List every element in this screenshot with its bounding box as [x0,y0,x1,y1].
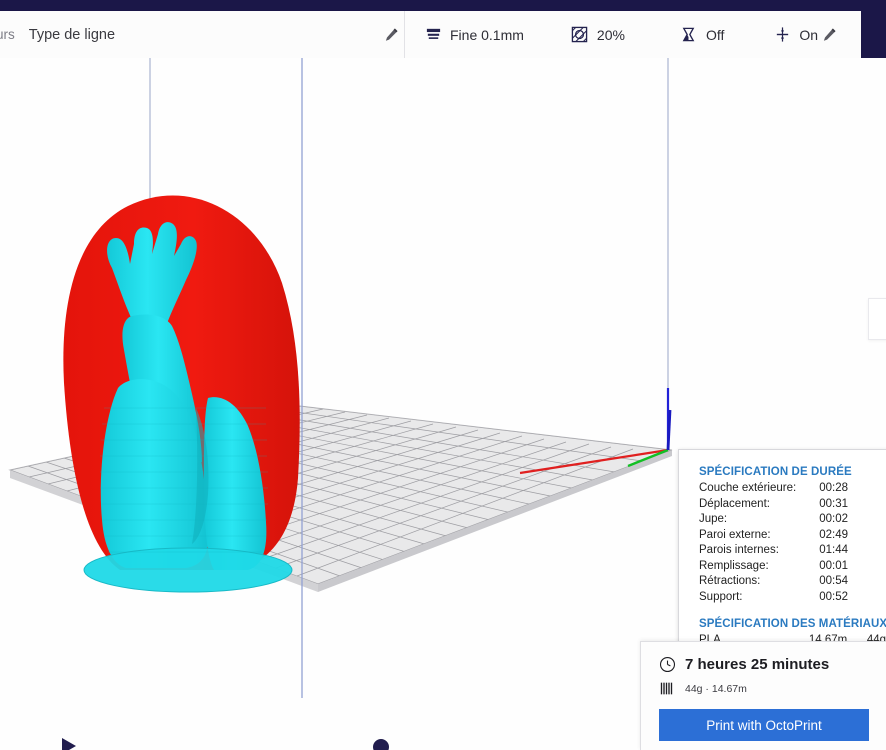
layer-height-icon [423,25,443,45]
settings-section: Fine 0.1mm 20% Off On [405,11,861,58]
layer-height-value: Fine 0.1mm [450,26,524,43]
setting-adhesion[interactable]: On [772,25,818,45]
window-titlebar-strip [0,0,886,11]
materials-section-title: SPÉCIFICATION DES MATÉRIAUX [699,618,886,630]
clock-icon [659,656,676,673]
adhesion-icon [772,25,792,45]
duration-value: 00:28 [819,482,848,494]
duration-label: Déplacement: [699,497,770,510]
duration-label: Support: [699,590,743,603]
material-label-clipped: urs [0,27,15,42]
setting-support[interactable]: Off [679,25,724,45]
setting-layer-height[interactable]: Fine 0.1mm [423,25,524,45]
duration-label: Remplissage: [699,559,769,572]
profile-section[interactable]: urs Type de ligne [0,11,404,58]
adhesion-value: On [799,26,819,43]
duration-row: Paroi externe: 02:49 [699,528,886,544]
duration-value: 01:44 [819,544,848,556]
duration-section-title: SPÉCIFICATION DE DURÉE [699,466,852,478]
duration-value: 00:31 [819,497,848,510]
duration-value: 00:52 [819,590,848,603]
print-time-value: 7 heures 25 minutes [685,656,830,673]
pencil-icon[interactable] [818,22,841,48]
print-statistics-panel: SPÉCIFICATION DE DURÉE Couche extérieure… [678,449,886,662]
duration-row: Remplissage: 00:01 [699,559,886,575]
duration-label: Couche extérieure: [699,482,797,494]
duration-row: Jupe: 00:02 [699,512,886,528]
duration-row: Rétractions: 00:54 [699,574,886,590]
pencil-icon[interactable] [378,22,404,48]
print-action-panel: 7 heures 25 minutes 44g · 14.67m Print w… [640,641,886,750]
duration-label: Parois internes: [699,544,779,556]
duration-row: Couche extérieure: 00:28 [699,481,886,497]
profile-label: Type de ligne [28,26,116,43]
print-with-octoprint-button[interactable]: Print with OctoPrint [659,709,869,741]
print-time-row: 7 heures 25 minutes [659,656,868,673]
duration-value: 00:01 [819,559,848,572]
cura-main-window: urs Type de ligne Fin [0,0,886,750]
window-chrome-right [860,0,886,58]
duration-label: Jupe: [699,513,728,525]
axis-z-line-thick [666,409,672,451]
print-settings-toolbar: urs Type de ligne Fin [0,11,861,58]
material-summary-row: 44g · 14.67m [659,681,868,696]
view-mode-icon[interactable] [370,735,392,750]
duration-row: Parois internes: 01:44 [699,543,886,559]
duration-value: 00:54 [819,575,848,587]
duration-value: 02:49 [819,528,848,541]
filament-icon [660,682,673,695]
play-control-icon[interactable] [58,735,80,750]
support-value: Off [705,26,725,43]
duration-label: Rétractions: [699,575,761,587]
infill-value: 20% [596,26,625,43]
material-summary-value: 44g · 14.67m [685,682,747,695]
viewport-side-button-fragment[interactable] [868,298,886,340]
duration-row: Support: 00:52 [699,590,886,606]
setting-infill[interactable]: 20% [570,25,625,45]
duration-row: Déplacement: 00:31 [699,497,886,513]
duration-label: Paroi externe: [699,528,771,541]
infill-icon [570,25,590,45]
duration-value: 00:02 [819,513,848,525]
support-icon [679,25,699,45]
